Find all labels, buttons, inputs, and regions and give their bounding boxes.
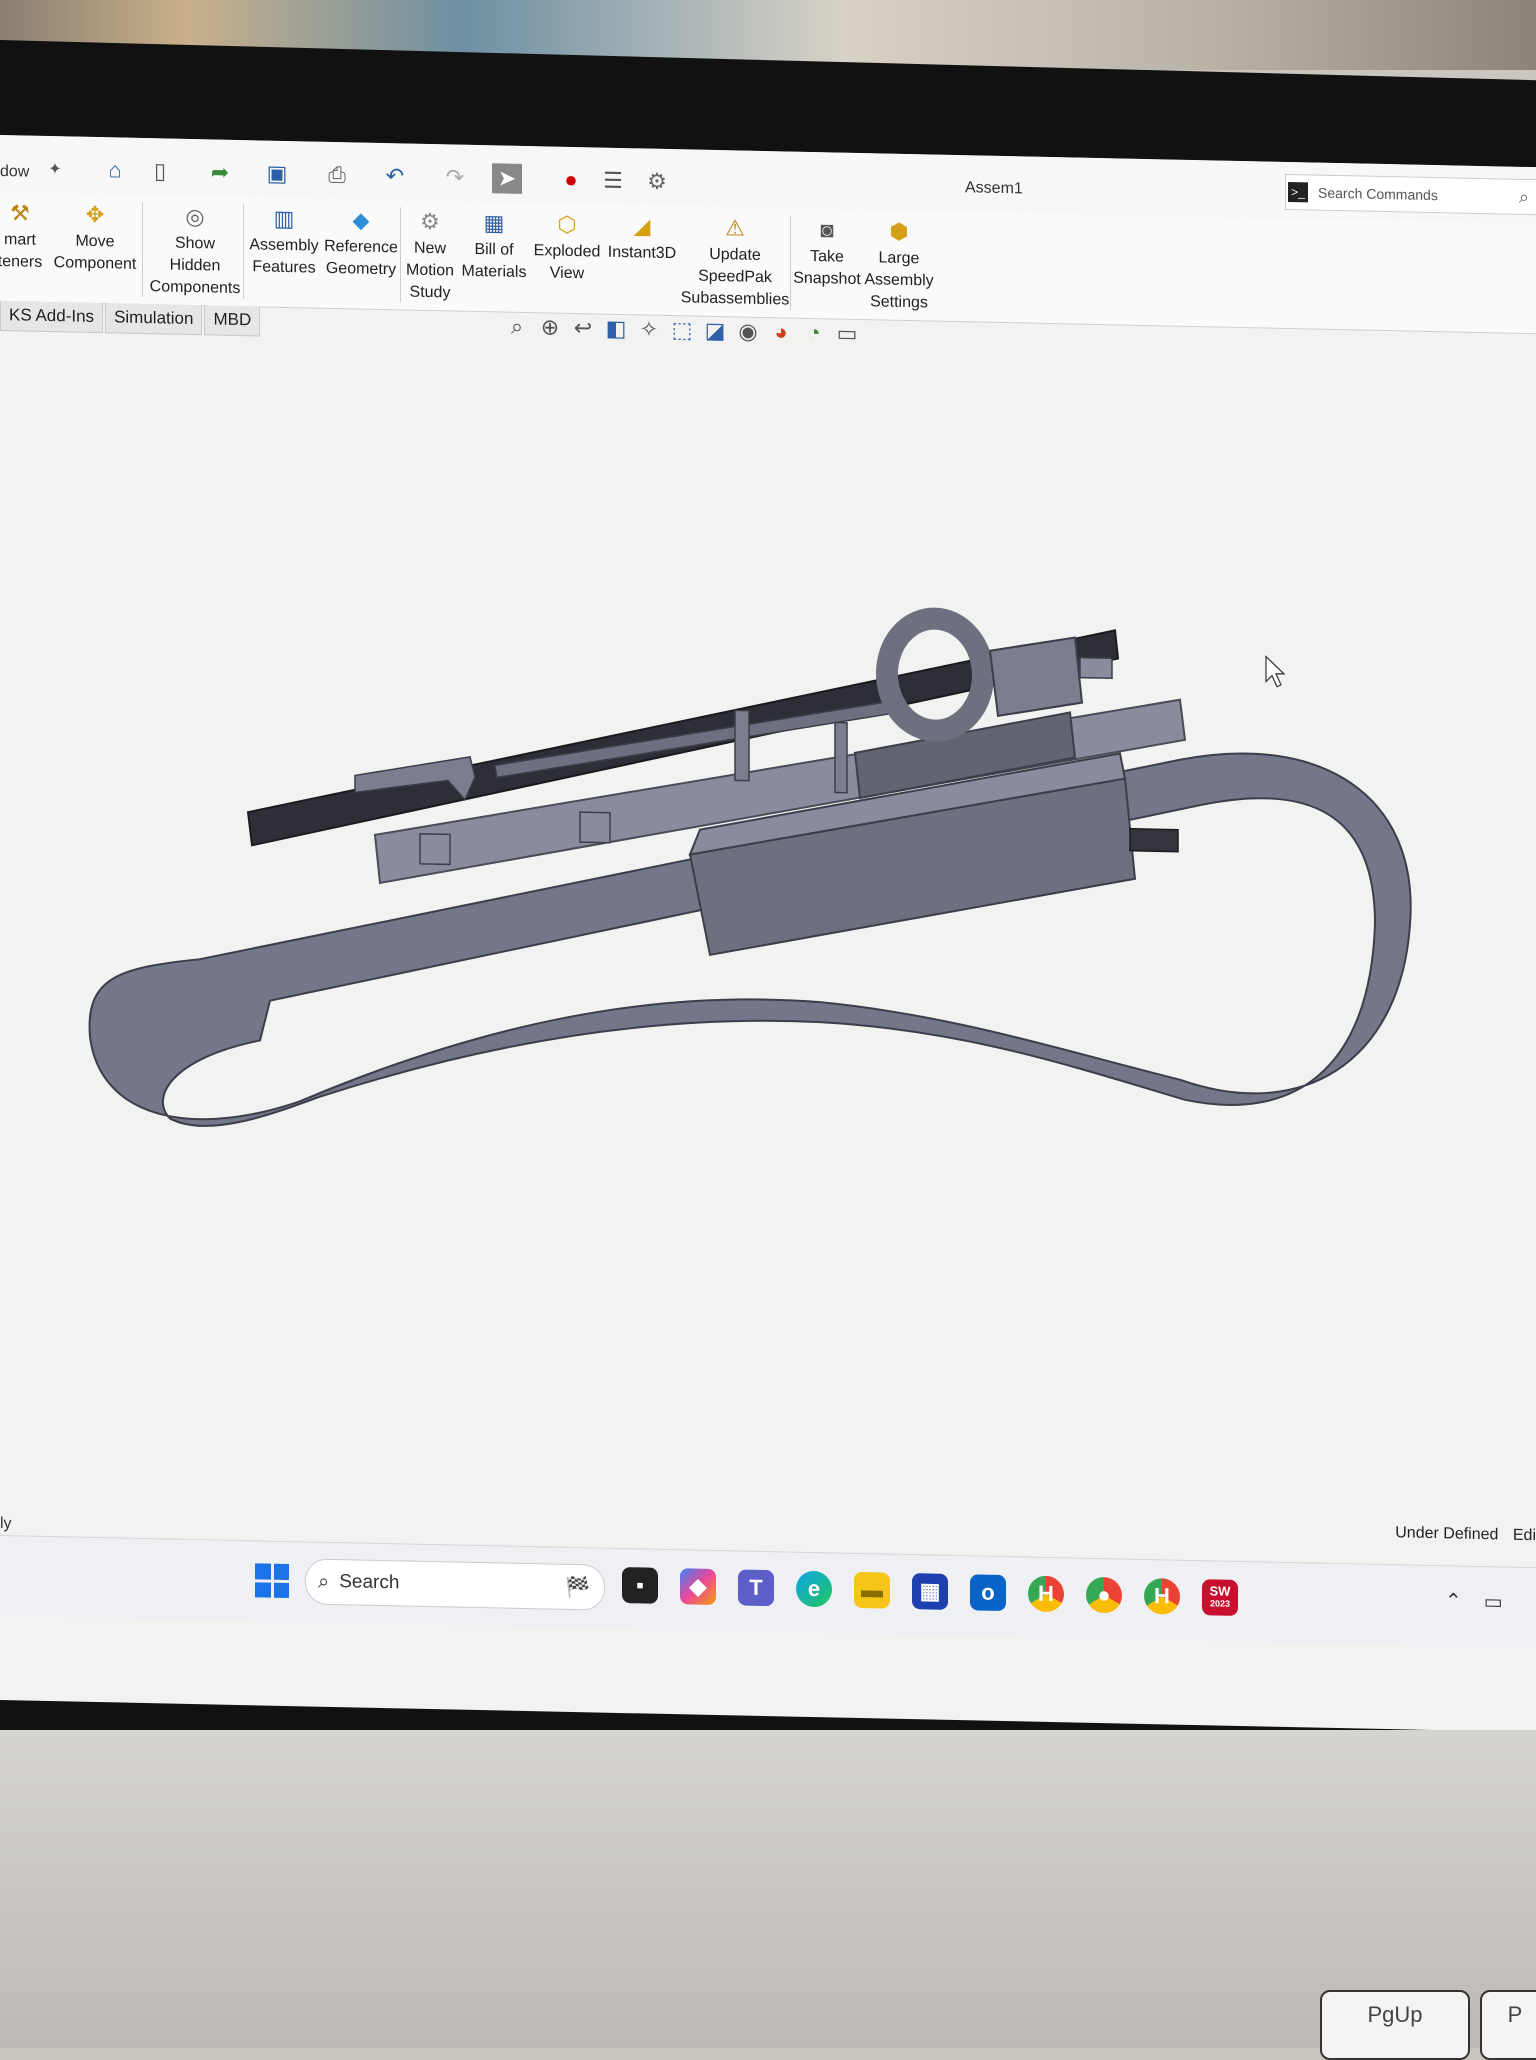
counterweight-stub	[1079, 656, 1113, 680]
bom-icon: ▦	[483, 210, 505, 236]
status-under-defined: Under Defined	[1395, 1524, 1499, 1544]
camera-icon: ◙	[820, 217, 834, 243]
chrome-profile-photo-icon[interactable]: ●	[1086, 1576, 1122, 1614]
exploded-view-icon: ⬡	[557, 211, 577, 238]
zoom-to-area-icon[interactable]: ⊕	[538, 314, 562, 341]
move-component-button[interactable]: ✥ Move Component	[50, 192, 140, 276]
cueing-lever	[834, 721, 848, 794]
large-assembly-settings-button[interactable]: ⬢ Large Assembly Settings	[860, 209, 938, 315]
show-hidden-icon: ◎	[185, 203, 205, 230]
solidworks-2023-icon[interactable]: SW 2023	[1202, 1579, 1238, 1616]
tab-simulation[interactable]: Simulation	[105, 303, 203, 336]
view-settings-icon[interactable]: ▭	[835, 320, 859, 347]
dynamic-annotation-icon[interactable]: ✧	[637, 316, 661, 343]
show-hidden-components-button[interactable]: ◎ Show Hidden Components	[145, 194, 245, 300]
edit-appearance-icon[interactable]: ◕	[769, 319, 793, 346]
knob	[1129, 827, 1179, 853]
reference-geometry-icon: ◆	[352, 207, 370, 233]
home-icon[interactable]: ⌂	[100, 155, 130, 186]
take-snapshot-button[interactable]: ◙ Take Snapshot	[792, 208, 862, 291]
update-speedpak-button[interactable]: ⚠ Update SpeedPak Subassemblies	[680, 205, 790, 311]
mouse-cursor	[1265, 655, 1286, 688]
bill-of-materials-button[interactable]: ▦ Bill of Materials	[458, 201, 530, 285]
graphics-area[interactable]	[0, 335, 1536, 1517]
file-explorer-dark-icon[interactable]: ▪	[622, 1567, 658, 1604]
status-editing-partial: Edi	[1512, 1526, 1536, 1545]
smart-fasteners-icon: ⚒	[10, 200, 30, 226]
ribbon-separator	[400, 207, 401, 303]
display-style-icon[interactable]: ◪	[703, 318, 727, 345]
taskbar-apps: ▪ ◆ T e ▬ ▦ o H ● H SW 2023	[622, 1567, 1238, 1616]
document-title: Assem1	[965, 179, 1023, 198]
large-assembly-icon: ⬢	[889, 218, 909, 245]
laptop-keyboard-deck	[0, 1730, 1536, 2048]
rebuild-icon[interactable]: ●	[556, 165, 586, 196]
apply-scene-icon[interactable]: ◔	[802, 320, 826, 347]
search-icon: ⌕	[318, 1570, 330, 1593]
support-foot-middle	[579, 811, 611, 844]
file-properties-icon[interactable]: ☰	[598, 166, 628, 197]
search-commands-input[interactable]: >_ Search Commands ⌕	[1285, 173, 1536, 216]
speedpak-icon: ⚠	[725, 215, 745, 241]
search-highlight-icon: 🏁	[565, 1576, 590, 1599]
windows-taskbar: ⌕ Search 🏁 ▪ ◆ T e ▬ ▦ o H ● H SW 2023 ⌃…	[0, 1535, 1536, 1649]
smart-fasteners-button[interactable]: ⚒ mart teners	[0, 191, 42, 274]
options-gear-icon[interactable]: ⚙	[642, 166, 672, 197]
tray-display-icon[interactable]: ▭	[1484, 1589, 1503, 1614]
assembly-features-icon: ▥	[273, 205, 295, 232]
ribbon-separator	[142, 201, 143, 297]
left-status-partial: ly	[0, 1515, 12, 1533]
laptop-screen: dow ✦ ⌂ ▯ ➦ ▣ ⎙ ↶ ↷ ➤ ● ☰ ⚙ Assem1 >_ Se…	[0, 135, 1536, 1733]
new-document-icon[interactable]: ▯	[145, 156, 175, 187]
motion-study-icon: ⚙	[420, 208, 440, 235]
new-motion-study-button[interactable]: ⚙ New Motion Study	[402, 199, 458, 304]
move-component-icon: ✥	[85, 201, 105, 228]
window-menu-partial[interactable]: dow	[0, 163, 29, 182]
system-tray: ⌃ ▭	[1445, 1588, 1503, 1614]
reference-geometry-button[interactable]: ◆ Reference Geometry	[320, 198, 402, 282]
search-icon[interactable]: ⌕	[1519, 186, 1529, 207]
instant3d-button[interactable]: ◢ Instant3D	[604, 204, 680, 266]
zoom-to-fit-icon[interactable]: ⌕	[505, 314, 529, 341]
select-pointer-icon[interactable]: ➤	[492, 163, 522, 194]
instant3d-icon: ◢	[633, 213, 651, 239]
open-icon[interactable]: ➦	[205, 157, 235, 188]
chevron-up-icon[interactable]: ⌃	[1445, 1588, 1462, 1613]
edge-icon[interactable]: e	[796, 1570, 832, 1608]
undo-icon[interactable]: ↶	[380, 161, 410, 192]
taskbar-search-label: Search	[339, 1571, 400, 1594]
tab-ks-add-ins[interactable]: KS Add-Ins	[0, 301, 104, 334]
partial-key: P	[1480, 1990, 1536, 2060]
status-bar: Under Defined Edi	[1395, 1524, 1536, 1545]
outlook-icon[interactable]: o	[970, 1574, 1006, 1612]
folder-icon[interactable]: ▬	[854, 1571, 890, 1609]
store-icon[interactable]: ▦	[912, 1573, 948, 1610]
view-orientation-icon[interactable]: ⬚	[670, 317, 694, 344]
support-foot-left	[419, 833, 451, 866]
chrome-profile-h-icon[interactable]: H	[1028, 1575, 1064, 1613]
print-icon[interactable]: ⎙	[322, 160, 352, 191]
pin-icon[interactable]: ✦	[40, 154, 70, 185]
assembly-features-button[interactable]: ▥ Assembly Features	[245, 196, 323, 280]
counterweight	[988, 636, 1084, 718]
arm-rest-post	[734, 709, 750, 782]
pgup-key: PgUp	[1320, 1990, 1470, 2060]
command-prompt-icon: >_	[1288, 181, 1308, 203]
taskbar-search[interactable]: ⌕ Search 🏁	[305, 1558, 605, 1611]
save-icon[interactable]: ▣	[262, 158, 292, 189]
ribbon-separator	[243, 204, 244, 300]
command-manager-tabs: KS Add-Ins Simulation MBD	[0, 301, 262, 337]
windows-start-icon[interactable]	[255, 1563, 289, 1599]
previous-view-icon[interactable]: ↩	[571, 315, 595, 342]
section-view-icon[interactable]: ◧	[604, 316, 628, 343]
copilot-icon[interactable]: ◆	[680, 1568, 716, 1605]
tab-mbd[interactable]: MBD	[204, 305, 261, 337]
teams-icon[interactable]: T	[738, 1569, 774, 1607]
ribbon-separator	[790, 215, 791, 311]
redo-icon[interactable]: ↷	[440, 162, 470, 193]
hide-show-items-icon[interactable]: ◉	[736, 318, 760, 345]
exploded-view-button[interactable]: ⬡ Exploded View	[530, 202, 604, 286]
chrome-profile-h2-icon[interactable]: H	[1144, 1577, 1180, 1615]
search-commands-placeholder: Search Commands	[1318, 184, 1438, 204]
